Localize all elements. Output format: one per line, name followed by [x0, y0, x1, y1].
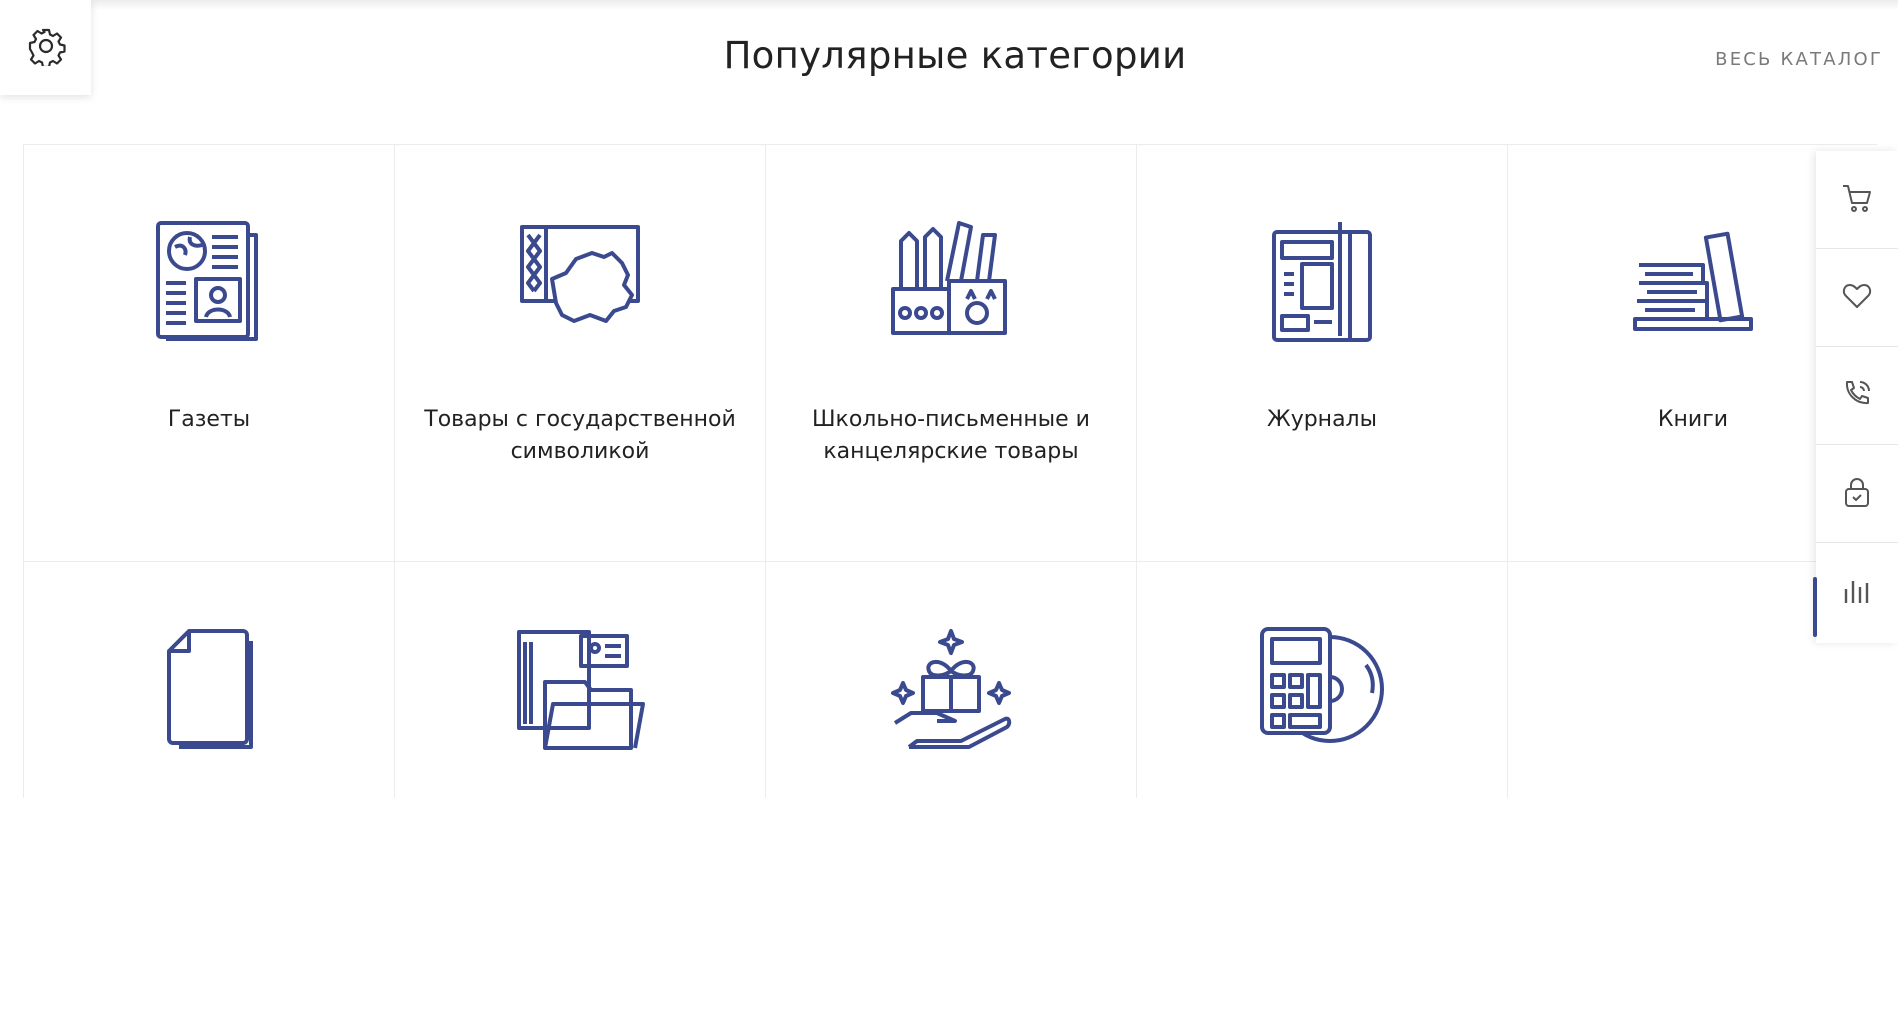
category-card-stationery[interactable]: Школьно-письменные и канцелярские товары [765, 144, 1136, 562]
category-label: Журналы [1267, 407, 1377, 432]
category-card-folders[interactable] [394, 562, 765, 798]
category-label: Школьно-письменные и канцелярские товары [812, 407, 1090, 464]
compare-bars-icon [1842, 575, 1872, 609]
newspaper-icon [154, 219, 264, 347]
calculator-disc-icon [1258, 625, 1386, 757]
category-label: Газеты [167, 407, 251, 432]
top-shadow [0, 0, 1898, 10]
category-card-gifts[interactable] [765, 562, 1136, 798]
magazine-icon [1270, 218, 1374, 348]
belarus-flag-map-icon [518, 223, 642, 343]
callback-phone-icon [1841, 378, 1873, 414]
all-catalog-link[interactable]: ВЕСЬ КАТАЛОГ [1715, 49, 1883, 70]
callback-button[interactable] [1816, 347, 1898, 445]
category-card-state-symbols[interactable]: Товары с государственной символикой [394, 144, 765, 562]
category-card-documents[interactable] [23, 562, 394, 798]
category-card-newspapers[interactable]: Газеты [23, 144, 394, 562]
login-button[interactable] [1816, 445, 1898, 543]
folders-icon [515, 624, 645, 758]
categories-grid: Газеты Товары с государственной символик… [23, 144, 1877, 798]
category-card-electronics[interactable] [1136, 562, 1507, 798]
lock-icon [1843, 476, 1871, 512]
favorites-button[interactable] [1816, 249, 1898, 347]
gear-icon [26, 26, 66, 70]
heart-icon [1842, 283, 1872, 313]
stationery-cup-icon [889, 219, 1013, 347]
gift-hand-icon [889, 627, 1013, 755]
category-label: Книги [1657, 407, 1729, 432]
cart-icon [1841, 183, 1873, 217]
category-card-magazines[interactable]: Журналы [1136, 144, 1507, 562]
books-stack-icon [1631, 231, 1755, 335]
category-label: Товары с государственной символикой [424, 407, 736, 464]
side-panel-accent [1813, 577, 1817, 637]
page-title: Популярные категории [723, 34, 1187, 77]
side-action-panel [1813, 151, 1898, 643]
compare-button[interactable] [1816, 543, 1898, 641]
settings-button[interactable] [0, 0, 91, 95]
documents-icon [163, 627, 255, 755]
cart-button[interactable] [1816, 151, 1898, 249]
